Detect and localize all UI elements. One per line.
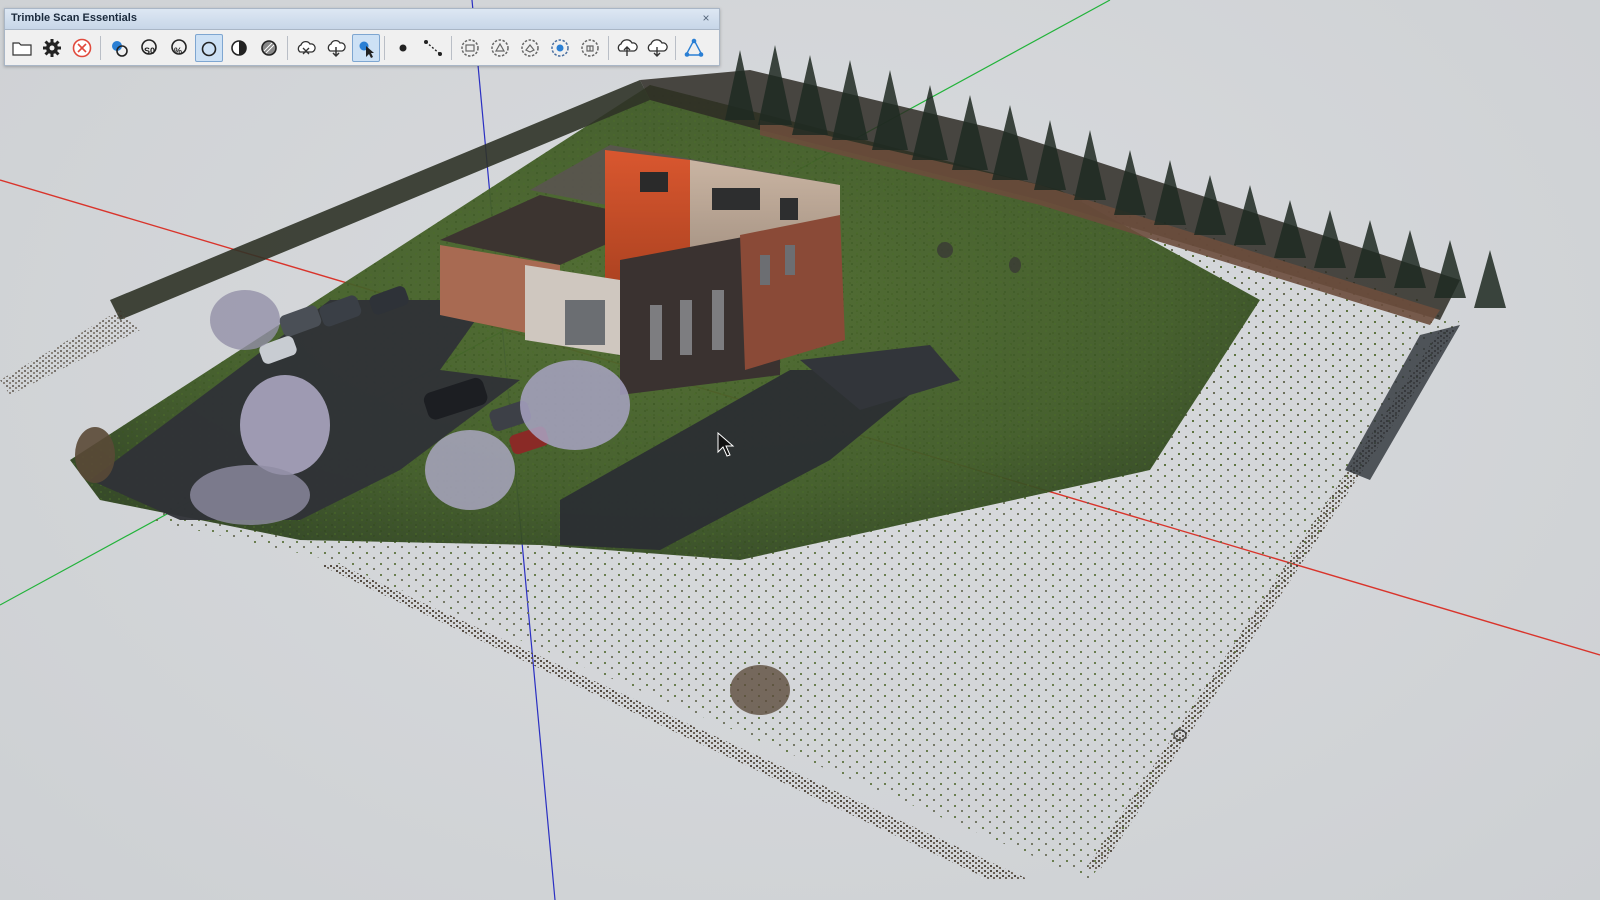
scan-stations-icon: S0 (141, 39, 157, 56)
point-snap-icon (399, 44, 407, 52)
cloud-download-icon (327, 39, 346, 58)
fit-sphere-button[interactable] (546, 34, 574, 62)
settings-button[interactable] (38, 34, 66, 62)
cloud-select-icon (359, 41, 374, 58)
left-boundary-points (0, 310, 140, 395)
fit-edge-button[interactable] (486, 34, 514, 62)
mesh-button[interactable] (680, 34, 708, 62)
settings-gear-icon (43, 39, 61, 57)
window (640, 172, 668, 192)
cancel-circle-icon (72, 38, 92, 58)
toolbar-buttons: S0 % (8, 32, 710, 64)
gear-box-icon (581, 39, 599, 57)
point-cloud-scene[interactable] (0, 0, 1600, 900)
svg-text:%: % (174, 46, 182, 56)
hatched-circle-icon (261, 40, 277, 56)
window (785, 245, 795, 275)
line-snap-icon (424, 40, 442, 56)
cancel-button[interactable] (68, 34, 96, 62)
gear-cylinder-icon (521, 39, 539, 57)
close-icon[interactable]: × (699, 11, 713, 25)
toolbar-title: Trimble Scan Essentials (11, 12, 137, 24)
window (760, 255, 770, 285)
window (680, 300, 692, 355)
window (780, 198, 798, 220)
window (712, 188, 760, 210)
toolbar-separator (675, 36, 676, 60)
open-folder-icon (12, 42, 32, 56)
cloud-import-button[interactable] (643, 34, 671, 62)
toolbar-separator (287, 36, 288, 60)
gear-sphere-icon (551, 39, 569, 57)
region-scan-button[interactable]: % (165, 34, 193, 62)
toolbar-titlebar[interactable]: Trimble Scan Essentials × (5, 9, 719, 30)
line-snap-button[interactable] (419, 34, 447, 62)
window (712, 290, 724, 350)
hollow-circle-icon (201, 41, 217, 57)
toolbar-separator (100, 36, 101, 60)
half-circle-icon (231, 40, 247, 56)
gear-plane-icon (461, 39, 479, 57)
svg-text:S0: S0 (144, 46, 155, 56)
hatched-display-button[interactable] (255, 34, 283, 62)
toolbar-separator (451, 36, 452, 60)
fit-plane-button[interactable] (456, 34, 484, 62)
point-cloud-manager-button[interactable] (105, 34, 133, 62)
cloud-hide-button[interactable] (292, 34, 320, 62)
cloud-import-icon (647, 39, 668, 57)
cloud-export-icon (617, 39, 638, 56)
hollow-display-button[interactable] (195, 34, 223, 62)
region-scan-icon: % (171, 39, 187, 56)
toolbar-separator (608, 36, 609, 60)
cloud-hide-icon (297, 40, 316, 55)
open-button[interactable] (8, 34, 36, 62)
cloud-export-button[interactable] (613, 34, 641, 62)
scan-stations-button[interactable]: S0 (135, 34, 163, 62)
cloud-select-button[interactable] (352, 34, 380, 62)
point-snap-button[interactable] (389, 34, 417, 62)
point-cloud-manager-icon (112, 41, 128, 57)
mouse-cursor-icon (717, 432, 735, 457)
gear-edge-icon (491, 39, 509, 57)
scan-essentials-toolbar[interactable]: Trimble Scan Essentials × S0 % (4, 8, 720, 66)
fit-cylinder-button[interactable] (516, 34, 544, 62)
triangle-mesh-icon (684, 38, 704, 57)
3d-viewport[interactable]: Trimble Scan Essentials × S0 % (0, 0, 1600, 900)
cloud-download-button[interactable] (322, 34, 350, 62)
half-display-button[interactable] (225, 34, 253, 62)
fit-box-button[interactable] (576, 34, 604, 62)
window (650, 305, 662, 360)
entrance-door (565, 300, 605, 345)
toolbar-separator (384, 36, 385, 60)
